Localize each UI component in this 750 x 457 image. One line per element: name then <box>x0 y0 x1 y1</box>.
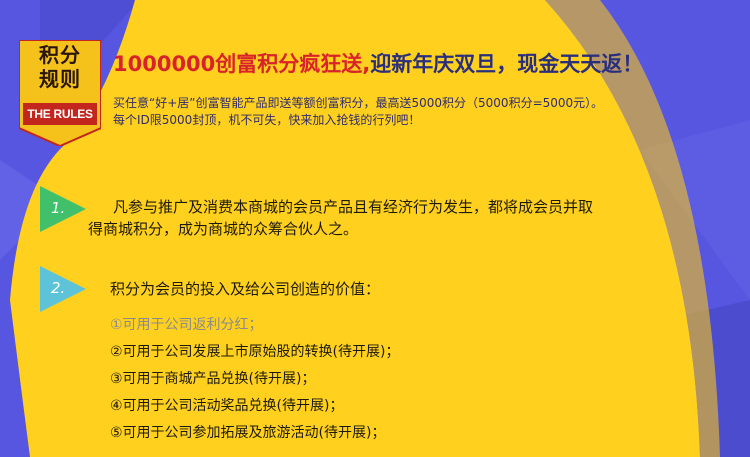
list-item: ①可用于公司返利分红； <box>110 317 263 333</box>
badge-english-label: THE RULES <box>23 103 97 125</box>
headline-blue-part: 迎新年庆双旦，现金天天返！ <box>370 52 644 76</box>
badge-title-line1: 积分 <box>39 43 81 67</box>
intro-line-1: 买任意“好+居”创富智能产品即送等额创富积分，最高送5000积分（5000积分=… <box>113 96 604 110</box>
item-text-line-1: 凡参与推广及消费本商城的会员产品且有经济行为发生，都将成会员并取 <box>113 198 594 216</box>
item-text-line-2: 得商城积分，成为商城的众筹合伙人之。 <box>88 220 359 238</box>
headline-red-part: 1000000创富积分疯狂送, <box>113 52 371 76</box>
item-text-line-1: 积分为会员的投入及给公司创造的价值： <box>110 280 381 298</box>
item-number: 1. <box>51 199 66 217</box>
intro-text: 买任意“好+居”创富智能产品即送等额创富积分，最高送5000积分（5000积分=… <box>113 95 743 129</box>
intro-line-2: 每个ID限5000封顶，机不可失，快来加入抢钱的行列吧！ <box>113 113 421 127</box>
teal-arrow-icon: 2. <box>40 266 86 312</box>
item-text: 凡参与推广及消费本商城的会员产品且有经济行为发生，都将成会员并取 得商城积分，成… <box>88 196 713 240</box>
rules-badge: 积分 规则 THE RULES <box>19 40 101 146</box>
headline: 1000000创富积分疯狂送,迎新年庆双旦，现金天天返！ <box>113 50 643 78</box>
list-item: ②可用于公司发展上市原始股的转换(待开展)； <box>110 344 400 360</box>
value-list: ①可用于公司返利分红； ②可用于公司发展上市原始股的转换(待开展)； ③可用于商… <box>110 312 399 447</box>
badge-title-line2: 规则 <box>39 67 81 91</box>
list-item: ③可用于商城产品兑换(待开展)； <box>110 371 316 387</box>
green-arrow-icon: 1. <box>40 186 86 232</box>
list-item: ④可用于公司活动奖品兑换(待开展)； <box>110 398 344 414</box>
list-item: ⑤可用于公司参加拓展及旅游活动(待开展)； <box>110 425 386 441</box>
item-number: 2. <box>51 279 66 297</box>
